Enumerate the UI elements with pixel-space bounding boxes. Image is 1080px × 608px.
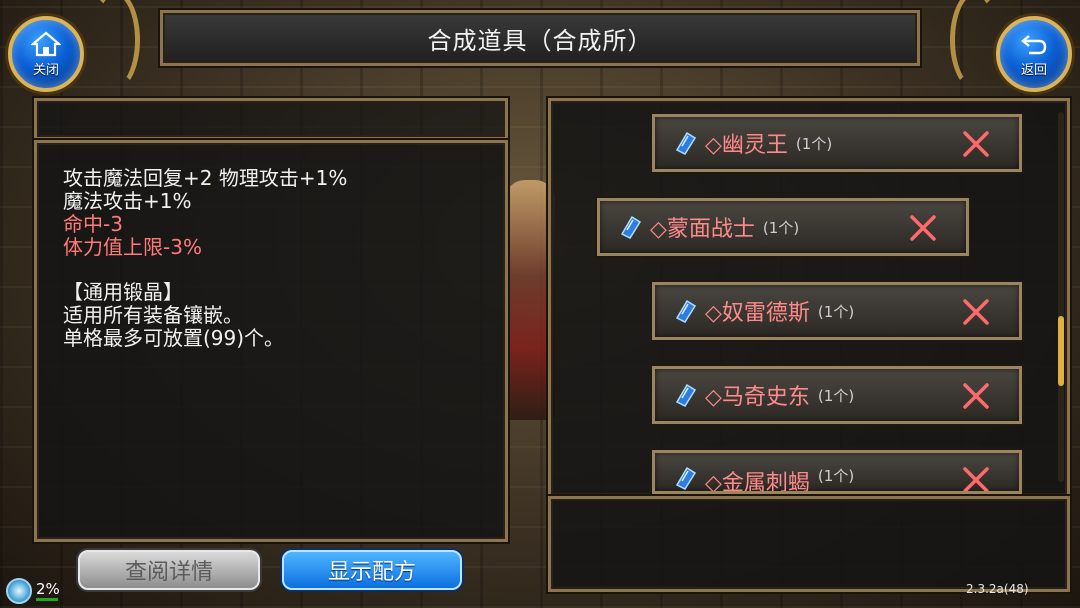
list-item[interactable]: ◇金属刺蝎 (1个) (652, 450, 1022, 494)
note-line: 【通用锻晶】 (63, 280, 183, 304)
penalty-line: 命中-3 (63, 212, 123, 236)
version-label: 2.3.2a(48) (966, 582, 1029, 596)
result-panel (548, 496, 1070, 592)
item-name: ◇马奇史东 (705, 385, 810, 410)
blue-crystal-icon (675, 466, 697, 490)
list-scrollbar[interactable] (1058, 112, 1064, 482)
close-label: 关闭 (32, 62, 59, 78)
item-name: ◇蒙面战士 (650, 217, 755, 242)
stat-line: 攻击魔法回复+2 物理攻击+1% (63, 166, 348, 190)
blue-crystal-icon (675, 383, 697, 407)
remove-icon[interactable] (961, 381, 991, 411)
remove-icon[interactable] (908, 213, 938, 243)
page-title: 合成道具（合成所） (427, 26, 653, 55)
blue-crystal-icon (620, 215, 642, 239)
list-item[interactable]: ◇奴雷德斯 (1个) (652, 282, 1022, 340)
item-qty: (1个) (762, 218, 800, 237)
view-details-button[interactable]: 查阅详情 (78, 550, 260, 590)
item-name: ◇幽灵王 (705, 133, 788, 158)
item-name: ◇奴雷德斯 (705, 301, 810, 326)
note-line: 适用所有装备镶嵌。 (63, 303, 243, 327)
progress-percent: 2% (36, 580, 60, 598)
return-arrow-icon (1021, 34, 1047, 54)
title-bar: 合成道具（合成所） (160, 10, 920, 66)
remove-icon[interactable] (961, 465, 991, 494)
network-status-icon (6, 578, 32, 604)
item-qty: (1个) (817, 302, 855, 321)
stat-line: 魔法攻击+1% (63, 189, 192, 213)
penalty-line: 体力值上限-3% (63, 235, 202, 259)
description-panel: 攻击魔法回复+2 物理攻击+1% 魔法攻击+1% 命中-3 体力值上限-3% 【… (34, 140, 508, 542)
home-icon (31, 31, 61, 56)
show-recipe-button[interactable]: 显示配方 (282, 550, 462, 590)
list-item[interactable]: ◇马奇史东 (1个) (652, 366, 1022, 424)
back-label: 返回 (1020, 62, 1047, 78)
item-qty: (1个) (817, 386, 855, 405)
blue-crystal-icon (675, 299, 697, 323)
item-name: ◇金属刺蝎 (705, 471, 810, 494)
note-line: 单格最多可放置(99)个。 (63, 326, 285, 350)
item-qty: (1个) (817, 467, 855, 485)
list-item[interactable]: ◇蒙面战士 (1个) (597, 198, 969, 256)
blue-crystal-icon (675, 131, 697, 155)
close-button[interactable]: 关闭 (8, 16, 84, 92)
description-text: 攻击魔法回复+2 物理攻击+1% 魔法攻击+1% 命中-3 体力值上限-3% 【… (63, 167, 347, 350)
scrollbar-thumb[interactable] (1058, 316, 1064, 386)
remove-icon[interactable] (961, 297, 991, 327)
progress-bar (36, 598, 58, 601)
item-header-strip (34, 98, 508, 140)
remove-icon[interactable] (961, 129, 991, 159)
back-button[interactable]: 返回 (996, 16, 1072, 92)
list-item[interactable]: ◇幽灵王 (1个) (652, 114, 1022, 172)
item-qty: (1个) (795, 134, 833, 153)
